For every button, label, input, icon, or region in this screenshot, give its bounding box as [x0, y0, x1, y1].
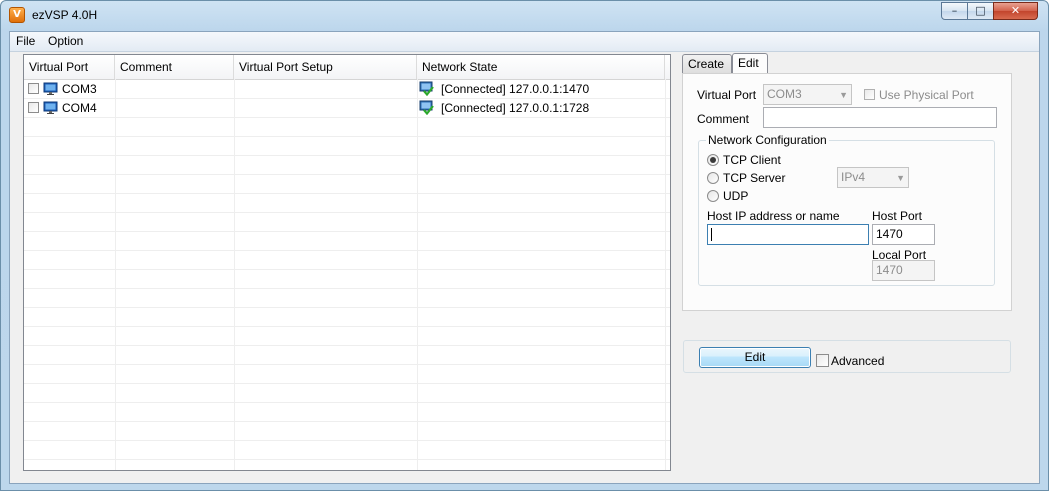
network-state: [Connected] 127.0.0.1:1728: [441, 101, 590, 115]
grid-line: [24, 402, 670, 403]
connected-icon: [419, 81, 434, 96]
network-configuration-group: Network Configuration TCP Client TCP Ser…: [698, 133, 995, 286]
close-button[interactable]: ✕: [993, 2, 1038, 20]
tab-edit[interactable]: Edit: [732, 53, 768, 74]
tcp-server-radio[interactable]: [707, 172, 719, 184]
udp-radio[interactable]: [707, 190, 719, 202]
tcp-server-label: TCP Server: [723, 171, 786, 185]
grid-line: [24, 459, 670, 460]
port-list-header: Virtual Port Comment Virtual Port Setup …: [24, 55, 670, 80]
maximize-button[interactable]: □: [967, 2, 994, 20]
grid-line: [24, 193, 670, 194]
port-checkbox[interactable]: [28, 83, 39, 94]
grid-line: [24, 383, 670, 384]
column-comment[interactable]: Comment: [115, 55, 234, 79]
window-title: ezVSP 4.0H: [32, 8, 98, 22]
menu-option[interactable]: Option: [48, 34, 83, 48]
monitor-icon: [43, 82, 58, 95]
tcp-client-radio[interactable]: [707, 154, 719, 166]
port-name: COM4: [62, 101, 97, 115]
port-row-com3[interactable]: COM3 [Connected] 127.0.0.1:1470: [24, 80, 670, 99]
grid-line: [24, 345, 670, 346]
virtual-port-label: Virtual Port: [697, 88, 757, 102]
connected-icon: [419, 100, 434, 115]
menu-bar: File Option: [10, 32, 1039, 52]
grid-line: [24, 269, 670, 270]
column-virtual-port-setup[interactable]: Virtual Port Setup: [234, 55, 417, 79]
grid-line: [24, 421, 670, 422]
use-physical-port-checkbox[interactable]: [864, 89, 875, 100]
grid-line: [24, 364, 670, 365]
local-port-input[interactable]: 1470: [872, 260, 935, 281]
network-configuration-title: Network Configuration: [706, 133, 829, 147]
grid-line: [24, 155, 670, 156]
column-network-state[interactable]: Network State: [417, 55, 665, 79]
client-area: File Option Virtual Port Comment Virtual…: [9, 31, 1040, 484]
minimize-button[interactable]: –: [941, 2, 968, 20]
chevron-down-icon: ▼: [839, 90, 848, 100]
grid-line: [24, 212, 670, 213]
port-list[interactable]: Virtual Port Comment Virtual Port Setup …: [23, 54, 671, 471]
comment-label: Comment: [697, 112, 750, 126]
chevron-down-icon: ▼: [896, 173, 905, 183]
grid-line: [24, 231, 670, 232]
advanced-label: Advanced: [831, 354, 885, 368]
comment-field[interactable]: [763, 107, 997, 128]
ip-version-select[interactable]: IPv4 ▼: [837, 167, 909, 188]
column-virtual-port[interactable]: Virtual Port: [24, 55, 115, 79]
port-checkbox[interactable]: [28, 102, 39, 113]
port-name: COM3: [62, 82, 97, 96]
host-ip-label: Host IP address or name: [707, 209, 840, 223]
edit-button[interactable]: Edit: [699, 347, 811, 368]
grid-line: [417, 79, 418, 470]
grid-line: [24, 440, 670, 441]
network-state: [Connected] 127.0.0.1:1470: [441, 82, 590, 96]
monitor-icon: [43, 101, 58, 114]
title-bar[interactable]: V ezVSP 4.0H – □ ✕: [1, 1, 1048, 31]
port-row-com4[interactable]: COM4 [Connected] 127.0.0.1:1728: [24, 99, 670, 118]
tab-create[interactable]: Create: [682, 54, 732, 73]
menu-file[interactable]: File: [16, 34, 35, 48]
tcp-client-label: TCP Client: [723, 153, 781, 167]
host-ip-input[interactable]: [707, 224, 869, 245]
grid-line: [24, 174, 670, 175]
virtual-port-select[interactable]: COM3 ▼: [763, 84, 852, 105]
grid-line: [115, 79, 116, 470]
action-group: Edit Advanced: [683, 340, 1011, 373]
grid-line: [24, 250, 670, 251]
app-window: V ezVSP 4.0H – □ ✕ File Option Virtual P…: [0, 0, 1049, 491]
grid-line: [24, 136, 670, 137]
grid-line: [24, 288, 670, 289]
edit-tab-page: Virtual Port COM3 ▼ Use Physical Port Com…: [682, 73, 1012, 311]
host-port-input[interactable]: 1470: [872, 224, 935, 245]
grid-line: [234, 79, 235, 470]
host-port-label: Host Port: [872, 209, 923, 223]
udp-label: UDP: [723, 189, 749, 203]
advanced-checkbox[interactable]: [816, 354, 829, 367]
grid-line: [665, 79, 666, 470]
app-logo-icon[interactable]: V: [9, 7, 25, 23]
grid-line: [24, 307, 670, 308]
grid-line: [24, 326, 670, 327]
use-physical-port-label: Use Physical Port: [879, 88, 974, 102]
